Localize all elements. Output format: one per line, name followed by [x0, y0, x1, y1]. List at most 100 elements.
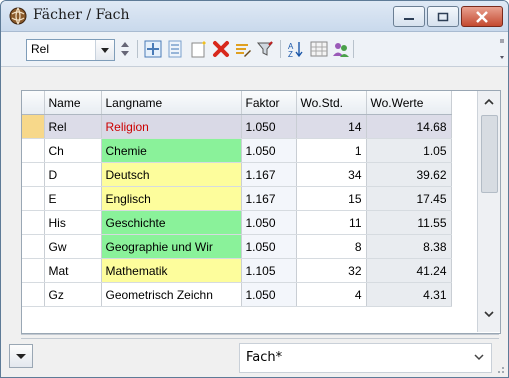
view-select[interactable]: Fach*	[239, 343, 492, 373]
cell-langname[interactable]: Chemie	[101, 138, 242, 163]
cell-wostd[interactable]: 14	[296, 114, 367, 139]
row-selector[interactable]	[22, 282, 45, 307]
cell-wowerte[interactable]: 39.62	[366, 162, 452, 187]
cell-name[interactable]: E	[44, 186, 102, 211]
cell-faktor[interactable]: 1.050	[241, 138, 297, 163]
vertical-scrollbar[interactable]	[477, 91, 500, 332]
cell-faktor[interactable]: 1.167	[241, 162, 297, 187]
toolbar-separator	[137, 40, 138, 58]
cell-faktor[interactable]: 1.050	[241, 210, 297, 235]
list-icon[interactable]	[166, 40, 184, 58]
cell-wostd[interactable]: 32	[296, 258, 367, 283]
table-row[interactable]: Gz Geometrisch Zeichn 1.050 4 4.31	[22, 282, 452, 307]
title-bar: Fächer / Fach	[1, 1, 508, 32]
cell-faktor[interactable]: 1.167	[241, 186, 297, 211]
bottom-menu-button[interactable]	[9, 344, 33, 368]
row-selector[interactable]	[22, 162, 45, 187]
cell-langname[interactable]: Englisch	[101, 186, 242, 211]
spin-icon[interactable]	[119, 39, 131, 59]
record-select-value: Rel	[31, 42, 50, 56]
maximize-button[interactable]	[427, 6, 459, 27]
cell-faktor[interactable]: 1.050	[241, 114, 297, 139]
cell-wostd[interactable]: 8	[296, 234, 367, 259]
toolbar-overflow-icon[interactable]	[498, 36, 506, 62]
subjects-table: Name Langname Faktor Wo.Std. Wo.Werte Re…	[21, 90, 501, 334]
cell-wowerte[interactable]: 11.55	[366, 210, 452, 235]
svg-text:Z: Z	[288, 50, 293, 58]
cell-wostd[interactable]: 34	[296, 162, 367, 187]
row-selector[interactable]	[22, 186, 45, 211]
record-select[interactable]: Rel	[26, 39, 115, 61]
cell-langname[interactable]: Geographie und Wir	[101, 234, 242, 259]
window-title: Fächer / Fach	[33, 7, 130, 23]
table-row[interactable]: D Deutsch 1.167 34 39.62	[22, 162, 452, 187]
minimize-button[interactable]	[393, 6, 425, 27]
column-header-name[interactable]: Name	[44, 91, 102, 115]
cell-name[interactable]: Mat	[44, 258, 102, 283]
chevron-down-icon[interactable]	[473, 352, 485, 362]
table-row[interactable]: Mat Mathematik 1.105 32 41.24	[22, 258, 452, 283]
table-row[interactable]: E Englisch 1.167 15 17.45	[22, 186, 452, 211]
edit-icon[interactable]	[234, 40, 252, 58]
cell-wowerte[interactable]: 8.38	[366, 234, 452, 259]
cell-langname[interactable]: Geschichte	[101, 210, 242, 235]
close-button[interactable]	[461, 6, 503, 27]
cell-wostd[interactable]: 11	[296, 210, 367, 235]
scroll-up-icon[interactable]	[483, 97, 495, 107]
table-row[interactable]: Ch Chemie 1.050 1 1.05	[22, 138, 452, 163]
cell-langname[interactable]: Geometrisch Zeichn	[101, 282, 242, 307]
cell-faktor[interactable]: 1.050	[241, 282, 297, 307]
cell-name[interactable]: Ch	[44, 138, 102, 163]
table-row[interactable]: His Geschichte 1.050 11 11.55	[22, 210, 452, 235]
cell-wowerte[interactable]: 17.45	[366, 186, 452, 211]
cell-wostd[interactable]: 1	[296, 138, 367, 163]
cell-wostd[interactable]: 4	[296, 282, 367, 307]
record-select-arrow[interactable]	[95, 40, 114, 60]
cell-langname[interactable]: Deutsch	[101, 162, 242, 187]
row-selector[interactable]	[22, 210, 45, 235]
row-selector[interactable]	[22, 234, 45, 259]
cell-faktor[interactable]: 1.105	[241, 258, 297, 283]
row-selector-header	[22, 91, 45, 115]
cell-wostd[interactable]: 15	[296, 186, 367, 211]
table-row[interactable]: Gw Geographie und Wir 1.050 8 8.38	[22, 234, 452, 259]
filter-icon[interactable]	[256, 40, 274, 58]
table-icon[interactable]	[310, 40, 328, 58]
row-selector[interactable]	[22, 138, 45, 163]
maximize-icon	[437, 12, 449, 21]
scroll-down-icon[interactable]	[483, 309, 495, 319]
row-selector[interactable]	[22, 258, 45, 283]
column-header-wostd[interactable]: Wo.Std.	[296, 91, 367, 115]
minimize-icon	[404, 17, 414, 20]
column-header-langname[interactable]: Langname	[101, 91, 242, 115]
view-select-value: Fach*	[246, 350, 283, 365]
cell-wowerte[interactable]: 4.31	[366, 282, 452, 307]
cell-wowerte[interactable]: 14.68	[366, 114, 452, 139]
delete-icon[interactable]	[212, 40, 230, 58]
users-icon[interactable]	[332, 40, 350, 58]
cell-name[interactable]: Gz	[44, 282, 102, 307]
row-selector[interactable]	[22, 114, 45, 139]
scrollbar-thumb[interactable]	[481, 115, 498, 193]
bottom-bar: Fach*	[1, 339, 508, 377]
cell-langname[interactable]: Mathematik	[101, 258, 242, 283]
toolbar: Rel AZ	[1, 32, 508, 67]
column-header-faktor[interactable]: Faktor	[241, 91, 297, 115]
cell-wowerte[interactable]: 41.24	[366, 258, 452, 283]
cell-langname[interactable]: Religion	[101, 114, 242, 139]
cell-faktor[interactable]: 1.050	[241, 234, 297, 259]
cell-name[interactable]: Rel	[44, 114, 102, 139]
table-row[interactable]: Rel Religion 1.050 14 14.68	[22, 114, 452, 139]
toolbar-separator	[280, 40, 281, 58]
cell-name[interactable]: His	[44, 210, 102, 235]
cell-name[interactable]: D	[44, 162, 102, 187]
faecher-window: Fächer / Fach Rel A Z Name Langname Fakt…	[0, 0, 509, 378]
cell-name[interactable]: Gw	[44, 234, 102, 259]
resize-grip-icon[interactable]	[495, 364, 505, 374]
sort-az-icon[interactable]: AZ	[287, 40, 305, 58]
new-record-icon[interactable]	[190, 40, 208, 58]
grid-add-icon[interactable]	[144, 40, 162, 58]
cell-wowerte[interactable]: 1.05	[366, 138, 452, 163]
column-header-wowerte[interactable]: Wo.Werte	[366, 91, 452, 115]
subjects-grid: Name Langname Faktor Wo.Std. Wo.Werte Re…	[22, 91, 452, 307]
